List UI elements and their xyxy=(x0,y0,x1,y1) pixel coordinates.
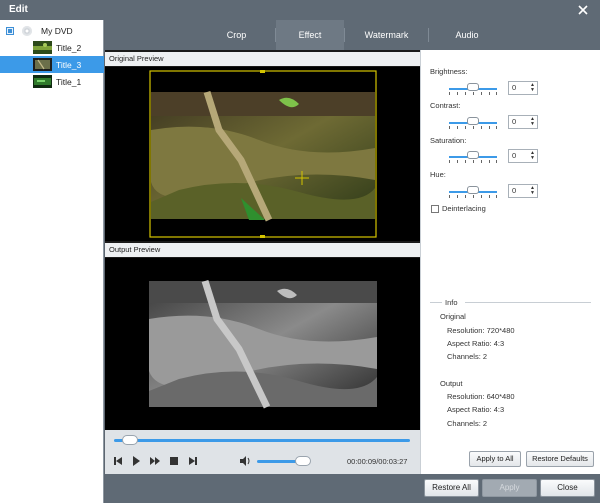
edit-window: Edit My DVD Title_2 Title_3 Title_1 Crop… xyxy=(0,0,600,503)
info-original-resolution: Resolution: 720*480 xyxy=(447,326,515,335)
info-original-heading: Original xyxy=(440,312,466,321)
tree-item-title-3[interactable]: Title_3 xyxy=(0,56,104,73)
output-preview-video xyxy=(105,258,420,430)
tab-bar: Crop Effect Watermark Audio xyxy=(105,20,600,50)
tree-item-title-1[interactable]: Title_1 xyxy=(0,73,104,90)
skip-forward-icon[interactable] xyxy=(186,454,200,468)
hue-slider[interactable] xyxy=(449,186,497,198)
tree-item-label: Title_3 xyxy=(56,60,82,70)
slider-knob[interactable] xyxy=(467,117,479,125)
info-original-channels: Channels: 2 xyxy=(447,352,488,361)
slider-knob[interactable] xyxy=(467,151,479,159)
info-divider xyxy=(430,302,442,303)
restore-all-button[interactable]: Restore All xyxy=(424,479,479,497)
playback-time: 00:00:09/00:03:27 xyxy=(347,457,408,466)
hue-spinbox[interactable]: 0 ▲ ▼ xyxy=(508,184,538,198)
spin-arrows-icon[interactable]: ▲ ▼ xyxy=(530,186,535,196)
info-original-aspect: Aspect Ratio: 4:3 xyxy=(447,339,505,348)
footer-bar: Restore All Apply Close xyxy=(105,474,600,503)
spin-arrows-icon[interactable]: ▲ ▼ xyxy=(530,151,535,161)
tree-item-title-2[interactable]: Title_2 xyxy=(0,39,104,56)
spin-arrows-icon[interactable]: ▲ ▼ xyxy=(530,117,535,127)
close-button[interactable]: Close xyxy=(540,479,595,497)
window-title: Edit xyxy=(9,4,28,15)
hue-label: Hue: xyxy=(430,170,446,179)
stop-icon[interactable] xyxy=(167,454,181,468)
original-video-frame[interactable] xyxy=(149,70,377,238)
info-output-heading: Output xyxy=(440,379,463,388)
info-output-aspect: Aspect Ratio: 4:3 xyxy=(447,405,505,414)
contrast-spinbox[interactable]: 0 ▲ ▼ xyxy=(508,115,538,129)
slider-knob[interactable] xyxy=(467,83,479,91)
skip-back-icon[interactable] xyxy=(111,454,125,468)
seek-thumb[interactable] xyxy=(122,435,138,445)
volume-thumb[interactable] xyxy=(295,456,311,466)
info-output-channels: Channels: 2 xyxy=(447,419,488,428)
tree-root-label: My DVD xyxy=(41,26,73,36)
tab-crop[interactable]: Crop xyxy=(200,20,273,50)
player-controls: 00:00:09/00:03:27 xyxy=(105,430,420,474)
deinterlacing-label[interactable]: Deinterlacing xyxy=(442,204,486,213)
saturation-spinbox[interactable]: 0 ▲ ▼ xyxy=(508,149,538,163)
original-preview-video xyxy=(105,67,420,241)
volume-icon[interactable] xyxy=(238,454,252,468)
brightness-slider[interactable] xyxy=(449,83,497,95)
root-checkbox[interactable] xyxy=(6,27,14,35)
tab-effect[interactable]: Effect xyxy=(276,20,344,50)
seek-bar[interactable] xyxy=(114,439,410,442)
tree-root-my-dvd[interactable]: My DVD xyxy=(0,23,104,39)
dvd-disc-icon xyxy=(22,26,32,36)
saturation-label: Saturation: xyxy=(430,136,467,145)
contrast-label: Contrast: xyxy=(430,101,461,110)
tree-item-label: Title_1 xyxy=(56,77,82,87)
effect-panel: Brightness: 0 ▲ ▼ Contrast: 0 ▲ ▼ Saturati… xyxy=(420,50,600,474)
video-thumbnail-icon xyxy=(33,75,52,88)
contrast-slider[interactable] xyxy=(449,117,497,129)
deinterlacing-checkbox[interactable] xyxy=(431,205,439,213)
slider-knob[interactable] xyxy=(467,186,479,194)
title-list-sidebar: My DVD Title_2 Title_3 Title_1 xyxy=(0,20,104,503)
info-divider xyxy=(465,302,591,303)
restore-defaults-button[interactable]: Restore Defaults xyxy=(526,451,594,467)
info-output-resolution: Resolution: 640*480 xyxy=(447,392,515,401)
brightness-spinbox[interactable]: 0 ▲ ▼ xyxy=(508,81,538,95)
play-icon[interactable] xyxy=(129,454,143,468)
title-bar: Edit xyxy=(0,0,600,20)
apply-to-all-button[interactable]: Apply to All xyxy=(469,451,521,467)
saturation-slider[interactable] xyxy=(449,151,497,163)
tab-watermark[interactable]: Watermark xyxy=(345,20,428,50)
brightness-label: Brightness: xyxy=(430,67,468,76)
spin-arrows-icon[interactable]: ▲ ▼ xyxy=(530,83,535,93)
fast-forward-icon[interactable] xyxy=(148,454,162,468)
video-thumbnail-icon xyxy=(33,41,52,54)
info-title: Info xyxy=(445,298,458,307)
output-preview-label: Output Preview xyxy=(105,243,420,257)
video-thumbnail-icon xyxy=(33,58,52,71)
output-video-frame xyxy=(149,261,377,427)
original-preview-label: Original Preview xyxy=(105,52,420,66)
close-icon[interactable] xyxy=(576,3,590,17)
apply-button[interactable]: Apply xyxy=(482,479,537,497)
tab-audio[interactable]: Audio xyxy=(429,20,505,50)
tree-item-label: Title_2 xyxy=(56,43,82,53)
